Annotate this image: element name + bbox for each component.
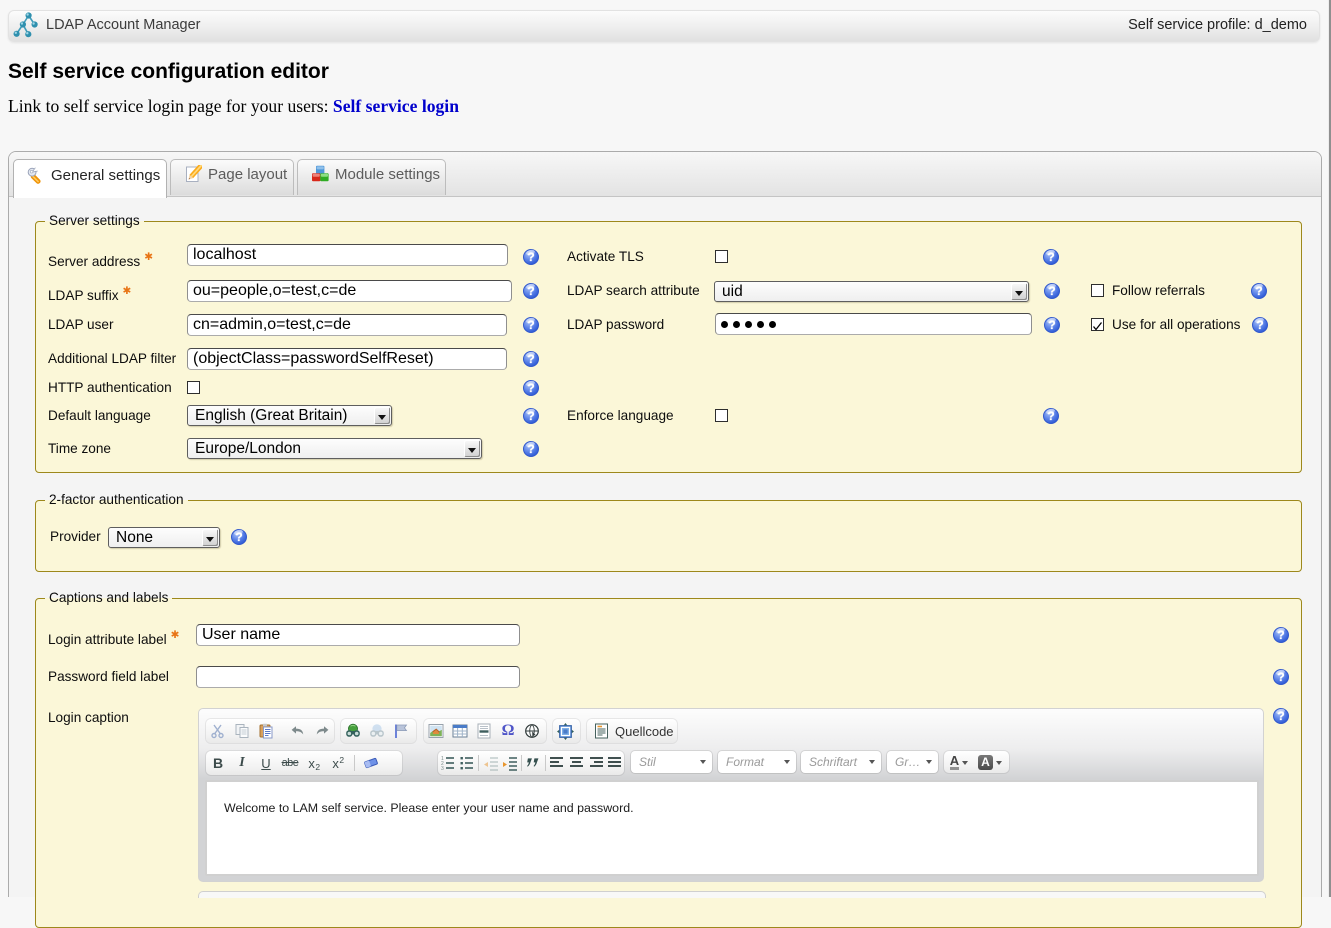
svg-text:3: 3 <box>441 766 444 771</box>
